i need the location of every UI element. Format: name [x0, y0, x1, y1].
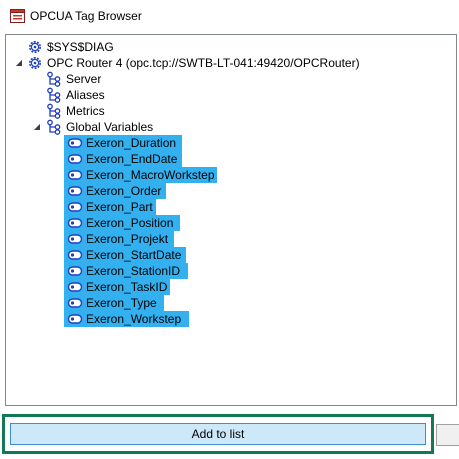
gear-icon: [29, 57, 41, 69]
tag-icon: [67, 282, 83, 292]
tree-node-label: Exeron_Part: [86, 200, 153, 214]
tag-icon: [67, 218, 83, 228]
collapse-arrow-icon[interactable]: ◢: [32, 120, 42, 134]
tree-node-label: Exeron_StartDate: [86, 248, 182, 262]
tree-node-label: Metrics: [66, 104, 105, 118]
tag-icon: [67, 170, 83, 180]
tag-icon: [67, 298, 83, 308]
tree-node-label: Exeron_EndDate: [86, 152, 178, 166]
window-title: OPCUA Tag Browser: [30, 9, 142, 23]
tree-node-label: Exeron_Workstep: [86, 312, 182, 326]
folder-hierarchy-icon: [47, 87, 61, 103]
tree-node-label: Exeron_MacroWorkstep: [86, 168, 215, 182]
action-bar-highlight: Add to list: [2, 414, 434, 454]
tree-node-opc-router[interactable]: ◢ OPC Router 4 (opc.tcp://SWTB-LT-041:49…: [6, 55, 446, 71]
tree-node-metrics[interactable]: Metrics: [6, 103, 446, 119]
tree-node-variable[interactable]: Exeron_Position: [64, 215, 180, 231]
tree-node-variable[interactable]: Exeron_EndDate: [64, 151, 182, 167]
tree-node-sys-diag[interactable]: $SYS$DIAG: [6, 39, 446, 55]
tree-node-label: Aliases: [66, 88, 105, 102]
tree-node-variable[interactable]: Exeron_Part: [64, 199, 156, 215]
tag-icon: [67, 234, 83, 244]
tree-node-label: Exeron_Type: [86, 296, 157, 310]
tree-node-variable[interactable]: Exeron_Order: [64, 183, 166, 199]
tree-node-label: OPC Router 4 (opc.tcp://SWTB-LT-041:4942…: [47, 56, 360, 70]
folder-hierarchy-icon: [47, 103, 61, 119]
tag-icon: [67, 138, 83, 148]
collapse-arrow-icon[interactable]: ◢: [14, 56, 24, 70]
tree-node-variable[interactable]: Exeron_Duration: [64, 135, 182, 151]
tree-node-server[interactable]: Server: [6, 71, 446, 87]
tag-tree[interactable]: $SYS$DIAG ◢ OPC Router 4 (opc.tcp://SWTB…: [5, 34, 457, 406]
tree-node-label: Global Variables: [66, 120, 154, 134]
tree-node-variable[interactable]: Exeron_TaskID: [64, 279, 170, 295]
tree-node-variable[interactable]: Exeron_Type: [64, 295, 164, 311]
tag-icon: [67, 202, 83, 212]
tag-icon: [67, 186, 83, 196]
tree-node-label: Exeron_Projekt: [86, 232, 169, 246]
tag-icon: [67, 314, 83, 324]
tree-node-global-variables[interactable]: ◢ Global Variables: [6, 119, 446, 135]
tree-node-label: Exeron_StationID: [86, 264, 181, 278]
tree-node-variable[interactable]: Exeron_Workstep: [64, 311, 189, 327]
tree-node-label: Exeron_Position: [86, 216, 174, 230]
tag-icon: [67, 154, 83, 164]
folder-hierarchy-icon: [47, 119, 61, 135]
tree-node-variable[interactable]: Exeron_StationID: [64, 263, 188, 279]
tree-node-variable[interactable]: Exeron_StartDate: [64, 247, 186, 263]
tree-node-aliases[interactable]: Aliases: [6, 87, 446, 103]
tree-node-variable[interactable]: Exeron_Projekt: [64, 231, 174, 247]
tree-node-label: Server: [66, 72, 102, 86]
tree-node-label: Exeron_Order: [86, 184, 162, 198]
gear-icon: [29, 41, 41, 53]
dialog-frame-edge: [436, 424, 459, 446]
tag-icon: [67, 250, 83, 260]
add-to-list-button[interactable]: Add to list: [10, 423, 426, 445]
tree-node-label: $SYS$DIAG: [47, 40, 114, 54]
title-bar: OPCUA Tag Browser: [0, 0, 459, 32]
tag-icon: [67, 266, 83, 276]
tree-node-variable[interactable]: Exeron_MacroWorkstep: [64, 167, 217, 183]
app-icon: [10, 9, 25, 23]
folder-hierarchy-icon: [47, 71, 61, 87]
tree-node-label: Exeron_Duration: [86, 136, 177, 150]
tree-node-label: Exeron_TaskID: [86, 280, 168, 294]
